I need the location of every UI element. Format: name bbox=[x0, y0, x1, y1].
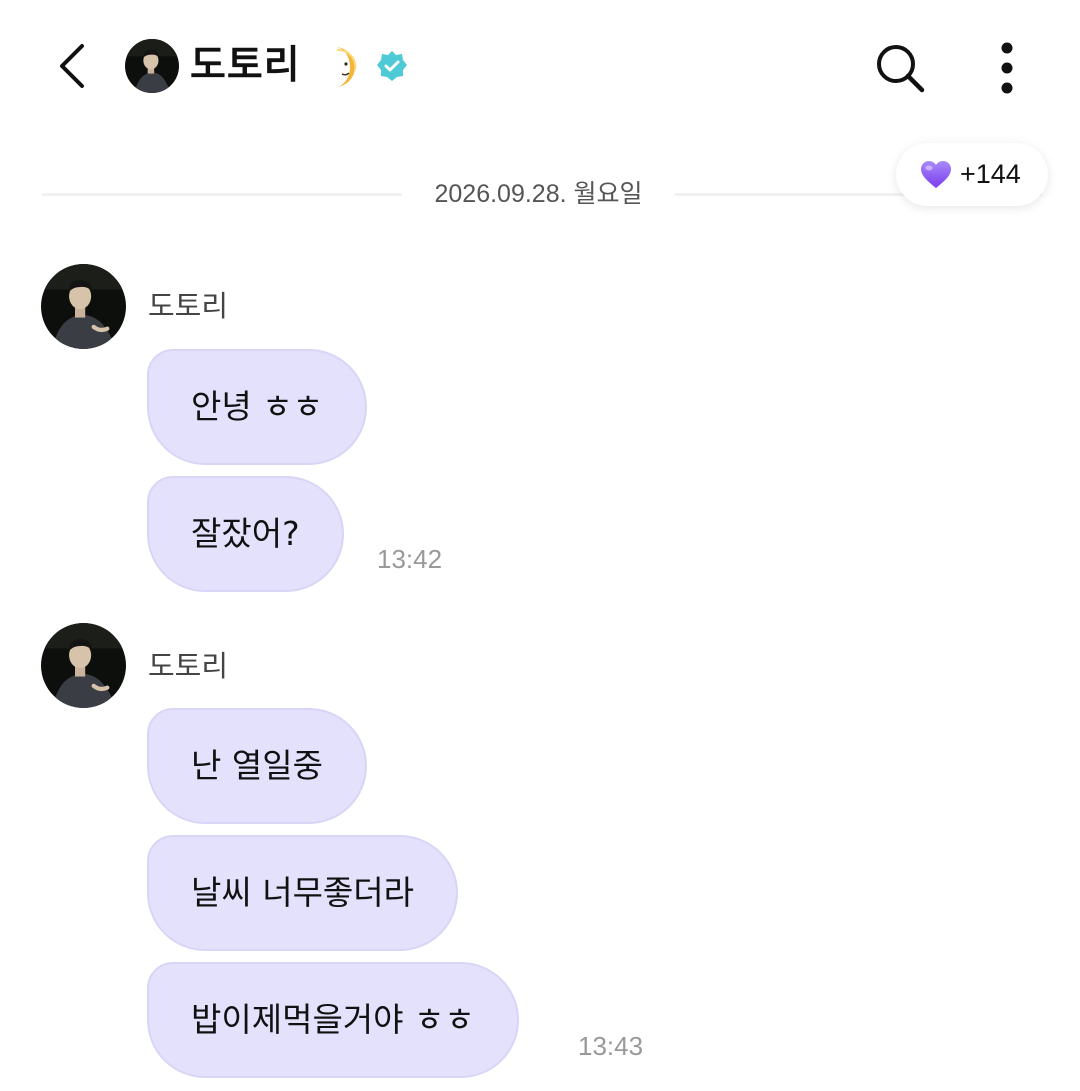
sender-avatar[interactable] bbox=[41, 623, 126, 708]
avatar-image bbox=[41, 623, 126, 708]
chat-screen: 도토리 2026.09.28. 월요일 +144 도토리 안녕 ㅎㅎ 잘잤어? … bbox=[0, 0, 1080, 1091]
crescent-moon-icon bbox=[335, 47, 357, 87]
message-time: 13:42 bbox=[377, 544, 443, 574]
message-bubble[interactable]: 날씨 너무좋더라 bbox=[147, 835, 459, 951]
message-bubble[interactable]: 잘잤어? bbox=[147, 476, 344, 592]
avatar-image bbox=[125, 39, 179, 93]
search-button[interactable] bbox=[870, 38, 930, 98]
message-bubble[interactable]: 난 열일중 bbox=[147, 708, 367, 824]
chat-header: 도토리 bbox=[0, 0, 1080, 130]
avatar-image bbox=[41, 264, 126, 349]
back-button[interactable] bbox=[44, 36, 100, 96]
divider-line bbox=[42, 193, 402, 196]
message-time: 13:43 bbox=[578, 1031, 644, 1061]
sender-avatar[interactable] bbox=[41, 264, 126, 349]
date-divider: 2026.09.28. 월요일 bbox=[42, 172, 1042, 216]
purple-heart-icon bbox=[921, 160, 951, 188]
sender-name: 도토리 bbox=[148, 289, 229, 323]
header-avatar[interactable] bbox=[125, 39, 179, 93]
more-vertical-icon bbox=[1001, 42, 1013, 94]
heart-count-button[interactable]: +144 bbox=[896, 143, 1048, 206]
verified-badge-icon bbox=[377, 51, 407, 81]
heart-count: +144 bbox=[960, 159, 1021, 189]
date-label: 2026.09.28. 월요일 bbox=[434, 180, 643, 208]
chat-title: 도토리 bbox=[190, 43, 301, 88]
message-bubble[interactable]: 밥이제먹을거야 ㅎㅎ bbox=[147, 962, 519, 1078]
sender-name: 도토리 bbox=[148, 649, 229, 683]
chevron-left-icon bbox=[60, 44, 84, 88]
message-bubble[interactable]: 안녕 ㅎㅎ bbox=[147, 349, 367, 465]
more-options-button[interactable] bbox=[985, 36, 1029, 100]
search-icon bbox=[877, 45, 925, 93]
